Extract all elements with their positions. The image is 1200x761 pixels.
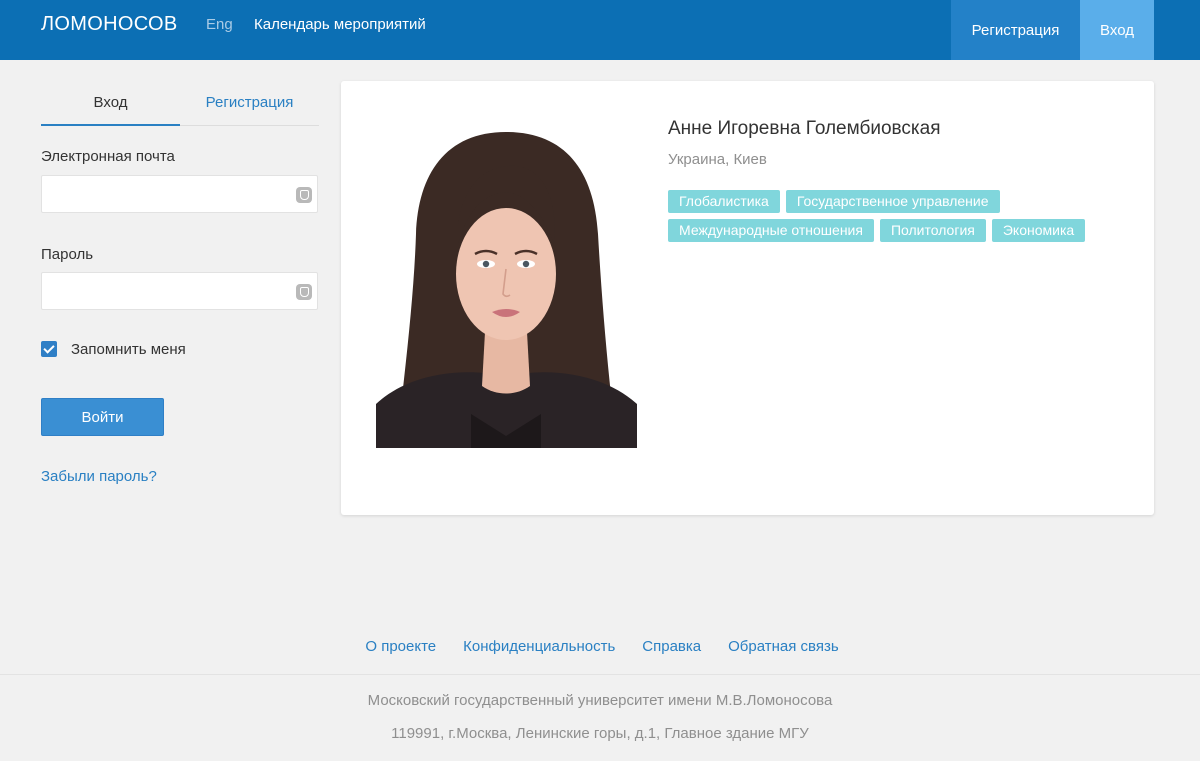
password-label: Пароль bbox=[41, 246, 94, 263]
password-manager-icon[interactable] bbox=[296, 187, 312, 203]
language-switch-link[interactable]: Eng bbox=[206, 16, 233, 33]
profile-card: Анне Игоревна Голембиовская Украина, Кие… bbox=[341, 81, 1154, 515]
events-calendar-link[interactable]: Календарь мероприятий bbox=[254, 16, 426, 33]
email-field[interactable] bbox=[41, 175, 318, 213]
email-label: Электронная почта bbox=[41, 148, 175, 165]
password-field[interactable] bbox=[41, 272, 318, 310]
footer-link-feedback[interactable]: Обратная связь bbox=[728, 638, 839, 655]
forgot-password-link[interactable]: Забыли пароль? bbox=[41, 468, 157, 485]
password-manager-icon[interactable] bbox=[296, 284, 312, 300]
nav-login-button[interactable]: Вход bbox=[1080, 0, 1154, 60]
profile-name: Анне Игоревна Голембиовская bbox=[668, 118, 941, 139]
profile-location: Украина, Киев bbox=[668, 151, 767, 168]
remember-me-checkbox[interactable] bbox=[41, 341, 57, 357]
footer-divider bbox=[0, 674, 1200, 675]
nav-register-button[interactable]: Регистрация bbox=[951, 0, 1080, 60]
footer-link-about[interactable]: О проекте bbox=[365, 638, 436, 655]
tag-badge[interactable]: Международные отношения bbox=[668, 219, 874, 242]
tab-login[interactable]: Вход bbox=[41, 94, 180, 126]
top-navbar: ЛОМОНОСОВ Eng Календарь мероприятий Реги… bbox=[0, 0, 1200, 60]
tag-badge[interactable]: Политология bbox=[879, 219, 986, 242]
profile-tags: Глобалистика Государственное управление … bbox=[668, 190, 1118, 242]
tag-badge[interactable]: Экономика bbox=[991, 219, 1086, 242]
login-submit-button[interactable]: Войти bbox=[41, 398, 164, 436]
footer-university: Московский государственный университет и… bbox=[367, 692, 833, 709]
tab-register[interactable]: Регистрация bbox=[180, 94, 319, 126]
footer-address: 119991, г.Москва, Ленинские горы, д.1, Г… bbox=[391, 725, 809, 742]
profile-photo bbox=[376, 114, 637, 448]
brand-logo[interactable]: ЛОМОНОСОВ bbox=[41, 13, 178, 36]
tag-badge[interactable]: Государственное управление bbox=[785, 190, 1000, 213]
tag-badge[interactable]: Глобалистика bbox=[668, 190, 780, 213]
footer-links: О проекте Конфиденциальность Справка Обр… bbox=[0, 638, 1200, 655]
remember-me-label[interactable]: Запомнить меня bbox=[71, 341, 186, 358]
footer-link-privacy[interactable]: Конфиденциальность bbox=[463, 638, 615, 655]
footer-link-help[interactable]: Справка bbox=[642, 638, 701, 655]
